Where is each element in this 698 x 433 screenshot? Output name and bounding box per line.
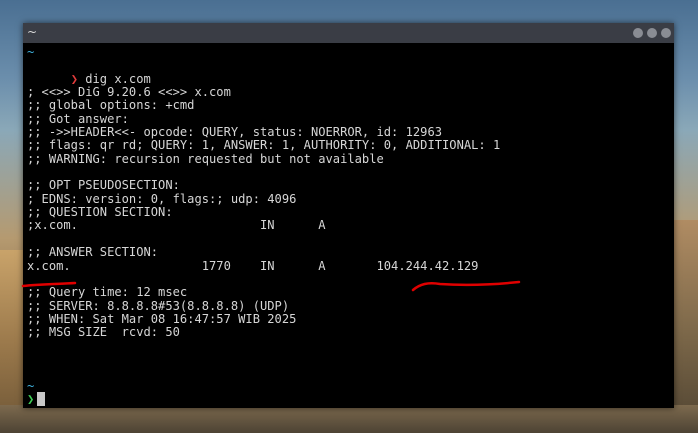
text-cursor — [37, 392, 45, 406]
output-line: ;; global options: +cmd — [27, 98, 195, 113]
window-titlebar[interactable]: ~ — [23, 23, 674, 43]
close-button[interactable] — [661, 28, 671, 38]
command-text: dig x.com — [85, 71, 151, 86]
window-title: ~ — [27, 25, 38, 39]
prompt-dir: ~ — [27, 45, 35, 59]
output-line: ;; flags: qr rd; QUERY: 1, ANSWER: 1, AU… — [27, 138, 501, 153]
prompt-icon: ❯ — [27, 392, 35, 406]
output-line: ;; WHEN: Sat Mar 08 16:47:57 WIB 2025 — [27, 311, 297, 326]
background-floor — [0, 405, 698, 433]
output-line: ;; SERVER: 8.8.8.8#53(8.8.8.8) (UDP) — [27, 298, 290, 313]
output-line: ;; OPT PSEUDOSECTION: — [27, 178, 180, 193]
output-line: ;; MSG SIZE rcvd: 50 — [27, 325, 180, 340]
terminal-window[interactable]: ~ ~ ❯ dig x.com ; <<>> DiG 9.20.6 <<>> x… — [23, 23, 674, 408]
output-line: ;; ->>HEADER<<- opcode: QUERY, status: N… — [27, 125, 443, 139]
minimize-button[interactable] — [633, 28, 643, 38]
answer-row: x.com. 1770 IN A 104.244.42.129 — [27, 258, 479, 273]
output-line: ;; ANSWER SECTION: — [27, 245, 159, 260]
question-row: ;x.com. IN A — [27, 218, 326, 233]
background-wall-right — [670, 220, 698, 433]
output-line: ;; WARNING: recursion requested but not … — [27, 151, 384, 166]
prompt-icon: ❯ — [70, 71, 78, 86]
output-line: ;; QUESTION SECTION: — [27, 205, 173, 220]
maximize-button[interactable] — [647, 28, 657, 38]
output-line: ; <<>> DiG 9.20.6 <<>> x.com — [27, 85, 231, 99]
output-line: ;; Query time: 12 msec — [27, 285, 188, 300]
terminal-output[interactable]: ~ ❯ dig x.com ; <<>> DiG 9.20.6 <<>> x.c… — [27, 45, 667, 406]
output-line: ; EDNS: version: 0, flags:; udp: 4096 — [27, 191, 297, 206]
prompt-dir: ~ — [27, 378, 35, 393]
